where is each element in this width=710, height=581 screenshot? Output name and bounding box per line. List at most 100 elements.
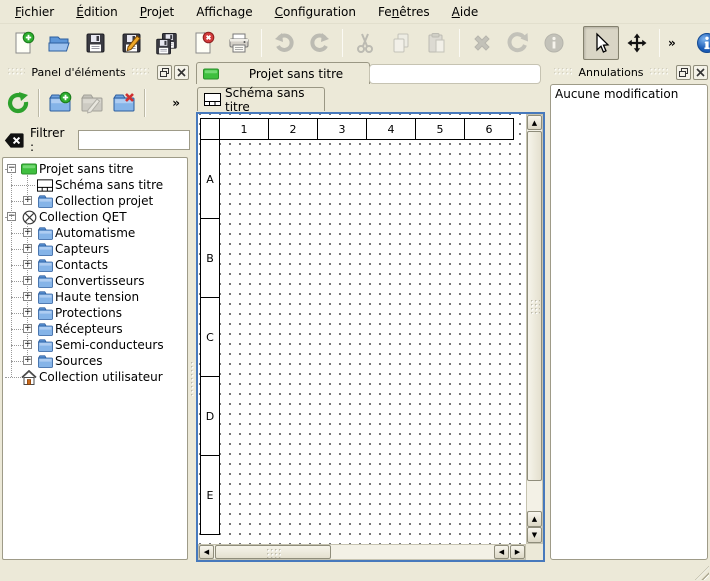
- clear-filter-icon[interactable]: [4, 132, 24, 149]
- elements-toolbar-overflow-button[interactable]: »: [168, 96, 184, 110]
- vertical-scroll-thumb[interactable]: [527, 131, 542, 481]
- undo-panel-titlebar: Annulations: [548, 62, 710, 82]
- tree-item-recepteurs[interactable]: +Récepteurs: [3, 321, 187, 337]
- tree-guide-line: [27, 175, 28, 201]
- tree-item-collection-utilisateur[interactable]: Collection utilisateur: [3, 369, 187, 385]
- tree-item-label: Haute tension: [55, 290, 139, 304]
- grid-row-header: E: [200, 455, 220, 535]
- tree-item-convertisseurs[interactable]: +Convertisseurs: [3, 273, 187, 289]
- tree-item-label: Capteurs: [55, 242, 109, 256]
- horizontal-scroll-thumb[interactable]: [215, 545, 331, 559]
- titlebar-texture: [554, 68, 572, 76]
- reload-collections-icon: [6, 91, 30, 115]
- folder-icon: [37, 321, 53, 337]
- menu-projet[interactable]: Projet: [129, 2, 185, 22]
- tree-guide-line: [11, 169, 12, 377]
- schema-tab-label: Schéma sans titre: [225, 86, 324, 114]
- tree-item-projet-sans-titre[interactable]: −Projet sans titre: [3, 161, 187, 177]
- delete-button[interactable]: [464, 26, 500, 60]
- tree-item-label: Collection QET: [39, 210, 127, 224]
- tree-item-label: Récepteurs: [55, 322, 123, 336]
- tree-item-capteurs[interactable]: +Capteurs: [3, 241, 187, 257]
- paste-button[interactable]: [419, 26, 455, 60]
- undo-history-item[interactable]: Aucune modification: [551, 85, 707, 103]
- undo-button[interactable]: [266, 26, 302, 60]
- tree-item-protections[interactable]: +Protections: [3, 305, 187, 321]
- scroll-left-icon[interactable]: ◀: [494, 545, 509, 559]
- copy-button[interactable]: [383, 26, 419, 60]
- tree-item-collection-qet[interactable]: −Collection QET: [3, 209, 187, 225]
- edit-category-icon: [80, 91, 104, 115]
- scroll-up-icon[interactable]: ▲: [527, 511, 542, 527]
- window-resize-grip[interactable]: [695, 566, 709, 580]
- menu-affichage[interactable]: Affichage: [185, 2, 263, 22]
- close-panel-icon[interactable]: [693, 65, 708, 80]
- scroll-up-icon[interactable]: ▲: [527, 115, 542, 130]
- open-document-button[interactable]: [41, 26, 77, 60]
- tree-item-automatisme[interactable]: +Automatisme: [3, 225, 187, 241]
- grid-row-header: D: [200, 376, 220, 456]
- tree-item-contacts[interactable]: +Contacts: [3, 257, 187, 273]
- tree-item-label: Schéma sans titre: [55, 178, 163, 192]
- project-icon: [21, 161, 37, 177]
- project-icon: [203, 66, 219, 82]
- grid-column-header: 5: [415, 118, 465, 140]
- redo-icon: [308, 31, 332, 55]
- tree-item-label: Collection projet: [55, 194, 153, 208]
- reload-collections-button[interactable]: [2, 87, 34, 119]
- diagram-info-button[interactable]: [689, 26, 710, 60]
- menu-fichier[interactable]: Fichier: [4, 2, 65, 22]
- save-as-button[interactable]: [113, 26, 149, 60]
- new-category-button[interactable]: [44, 87, 76, 119]
- menu-configuration[interactable]: Configuration: [264, 2, 367, 22]
- tab-project[interactable]: Projet sans titre: [196, 62, 370, 84]
- float-panel-icon[interactable]: [157, 65, 172, 80]
- scroll-down-icon[interactable]: ▼: [527, 527, 542, 543]
- new-document-button[interactable]: [5, 26, 41, 60]
- tab-schema[interactable]: Schéma sans titre: [197, 87, 325, 111]
- filter-label: Filtrer :: [30, 126, 72, 154]
- menu-fenetres[interactable]: Fenêtres: [367, 2, 441, 22]
- save-button[interactable]: [77, 26, 113, 60]
- project-tabbar: Projet sans titre: [196, 62, 546, 84]
- close-document-button[interactable]: [185, 26, 221, 60]
- select-mode-button[interactable]: [583, 26, 619, 60]
- elements-tree: −Projet sans titreSchéma sans titre+Coll…: [2, 157, 188, 560]
- cut-button[interactable]: [347, 26, 383, 60]
- redo-button[interactable]: [302, 26, 338, 60]
- delete-category-button[interactable]: [108, 87, 140, 119]
- save-all-button[interactable]: [149, 26, 185, 60]
- folder-icon: [37, 337, 53, 353]
- close-panel-icon[interactable]: [174, 65, 189, 80]
- object-info-button[interactable]: [536, 26, 572, 60]
- pan-mode-button[interactable]: [619, 26, 655, 60]
- cut-icon: [353, 31, 377, 55]
- grid-row-header: A: [200, 139, 220, 219]
- copy-icon: [389, 31, 413, 55]
- tree-item-label: Contacts: [55, 258, 108, 272]
- tree-item-sources[interactable]: +Sources: [3, 353, 187, 369]
- print-button[interactable]: [221, 26, 257, 60]
- toolbar-overflow-button[interactable]: »: [664, 36, 680, 50]
- tree-item-collection-projet[interactable]: +Collection projet: [3, 193, 187, 209]
- filter-input[interactable]: [78, 130, 190, 150]
- menu-bar: FichierÉditionProjetAffichageConfigurati…: [0, 0, 710, 24]
- qet-icon: [21, 209, 37, 225]
- diagram-canvas[interactable]: 123456ABCDE: [198, 114, 526, 544]
- tree-item-schema-sans-titre[interactable]: Schéma sans titre: [3, 177, 187, 193]
- tree-item-haute-tension[interactable]: +Haute tension: [3, 289, 187, 305]
- float-panel-icon[interactable]: [676, 65, 691, 80]
- scroll-left-icon[interactable]: ◀: [199, 545, 214, 559]
- tree-item-label: Sources: [55, 354, 102, 368]
- toolbar-separator: [459, 29, 460, 57]
- undo-panel-title: Annulations: [578, 66, 643, 79]
- new-document-icon: [11, 31, 35, 55]
- menu-aide[interactable]: Aide: [441, 2, 490, 22]
- edit-category-button[interactable]: [76, 87, 108, 119]
- tree-item-semi-conducteurs[interactable]: +Semi-conducteurs: [3, 337, 187, 353]
- menu-edition[interactable]: Édition: [65, 2, 129, 22]
- grid-column-header: 3: [317, 118, 367, 140]
- folder-icon: [37, 305, 53, 321]
- scroll-right-icon[interactable]: ▶: [510, 545, 525, 559]
- rotate-button[interactable]: [500, 26, 536, 60]
